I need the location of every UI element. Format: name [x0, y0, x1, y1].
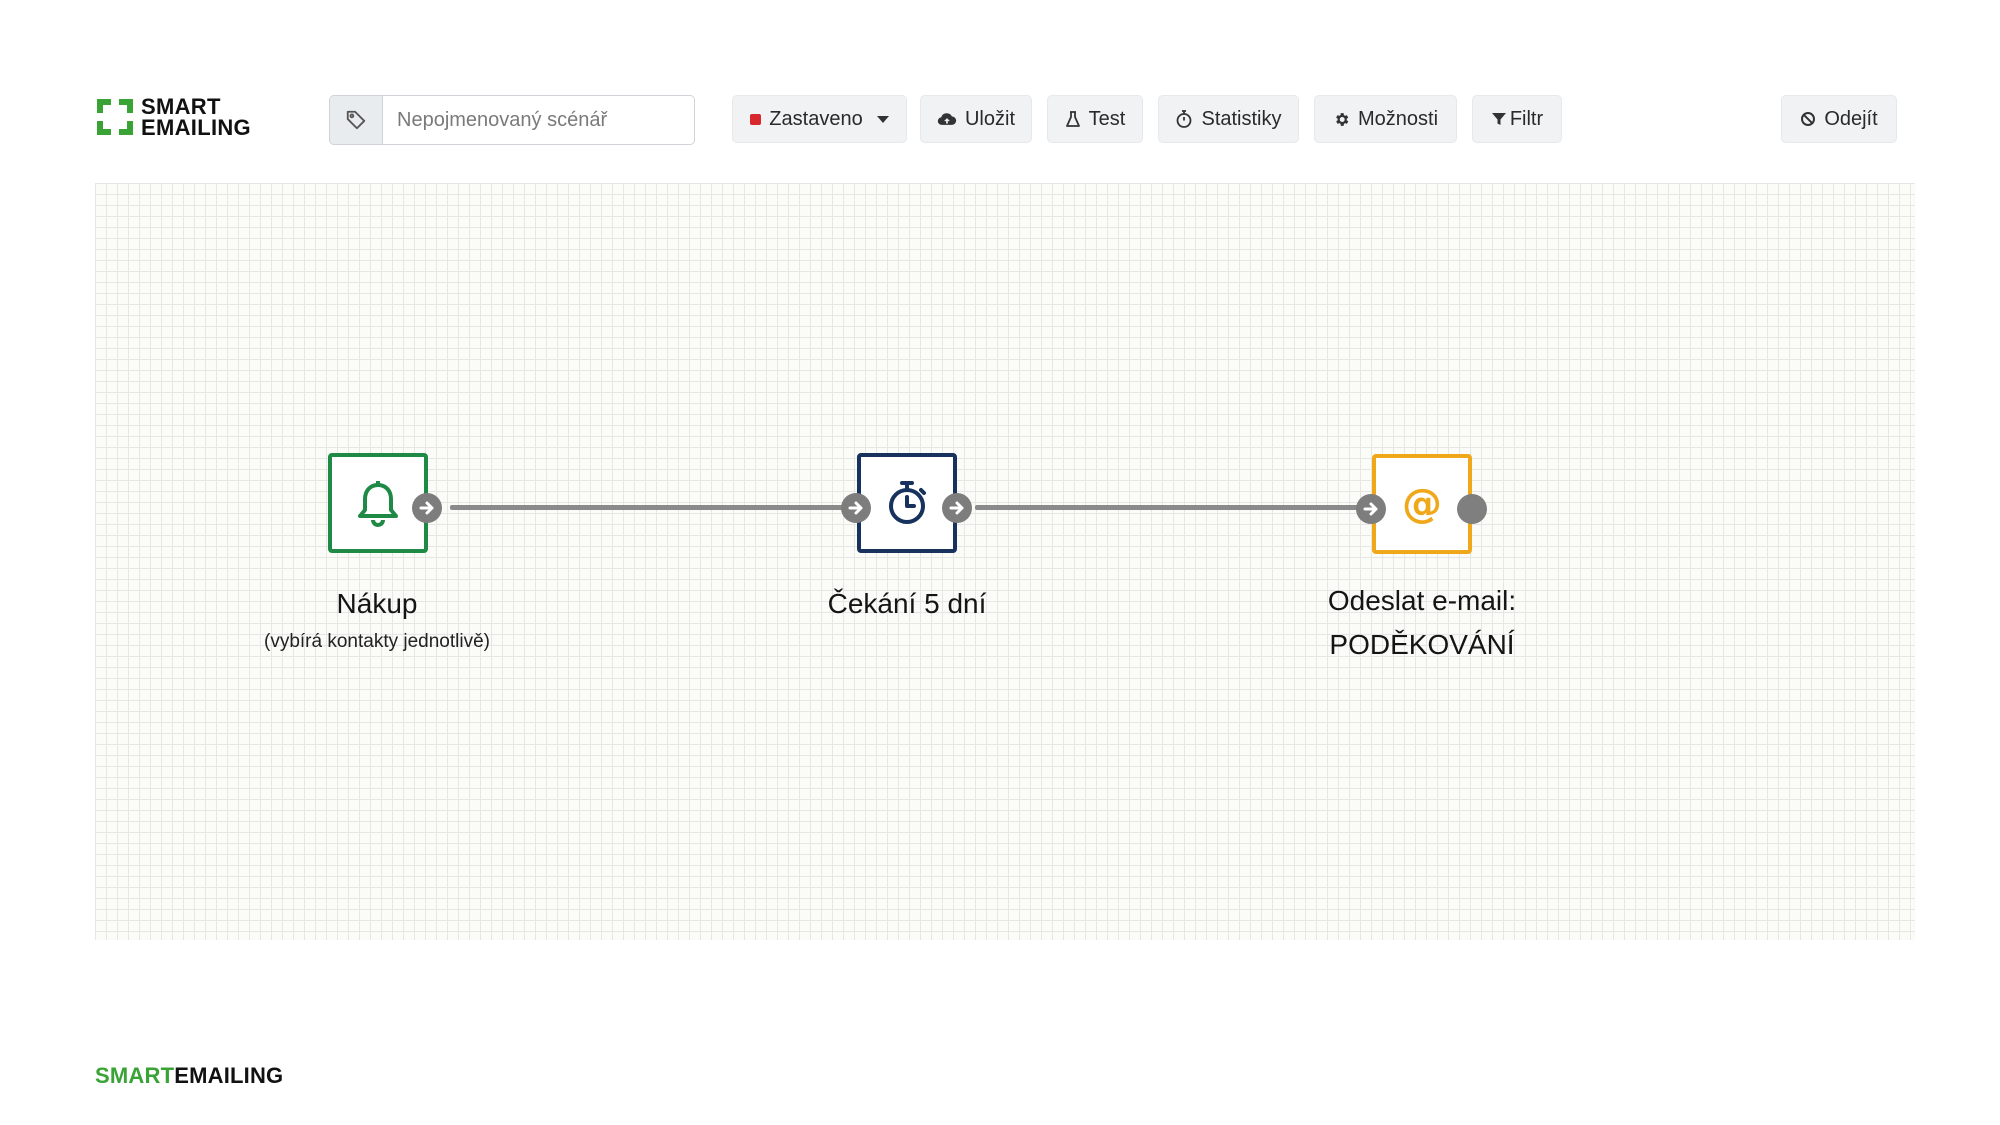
logo-text-line2: EMAILING — [141, 115, 251, 140]
gear-icon — [1336, 112, 1349, 126]
logo-text-line1: SMART — [141, 94, 221, 119]
status-label: Zastaveno — [769, 107, 863, 130]
options-button[interactable]: Možnosti — [1314, 95, 1457, 143]
at-sign-icon: @ — [1402, 481, 1442, 527]
test-label: Test — [1088, 107, 1126, 130]
tag-icon — [346, 110, 366, 130]
arrow-right-icon — [848, 501, 863, 515]
logo-mark-icon — [97, 99, 133, 135]
statistics-button[interactable]: Statistiky — [1158, 95, 1299, 143]
ban-icon — [1801, 112, 1816, 126]
arrow-right-icon — [419, 501, 434, 515]
caret-down-icon — [876, 115, 889, 123]
flask-icon — [1065, 111, 1080, 127]
logo-text: SMART EMAILING — [141, 94, 251, 140]
email-node-label-line2: PODĚKOVÁNÍ — [1329, 629, 1515, 660]
options-label: Možnosti — [1357, 107, 1439, 130]
wait-input-port[interactable] — [841, 493, 871, 523]
scenario-name-addon — [330, 96, 383, 144]
footer-brand: SMARTEMAILING — [95, 1063, 283, 1089]
wait-node-label: Čekání 5 dní — [827, 588, 987, 619]
test-button[interactable]: Test — [1047, 95, 1143, 143]
stopwatch-small-icon — [1177, 110, 1192, 128]
footer-brand-part1: SMART — [95, 1063, 175, 1088]
trigger-node-label: Nákup — [336, 588, 418, 619]
stopwatch-icon — [889, 481, 926, 524]
save-label: Uložit — [964, 107, 1015, 130]
arrow-right-icon — [949, 501, 964, 515]
arrow-right-icon — [1363, 502, 1378, 516]
scenario-name-group — [329, 95, 695, 145]
scenario-name-input[interactable] — [383, 96, 694, 144]
filter-icon — [1491, 113, 1506, 125]
filter-label: Filtr — [1509, 107, 1544, 130]
scenario-canvas[interactable]: Nákup (vybírá kontakty jednotlivě) Čekán… — [95, 183, 1915, 940]
email-input-port[interactable] — [1356, 494, 1386, 524]
save-button[interactable]: Uložit — [920, 95, 1032, 143]
filter-button[interactable]: Filtr — [1472, 95, 1562, 143]
cloud-upload-icon — [937, 113, 957, 125]
status-stopped-icon — [750, 113, 762, 125]
brand-logo: SMART EMAILING — [95, 94, 251, 140]
wait-output-port[interactable] — [942, 493, 972, 523]
email-node-label: Odeslat e-mail: PODĚKOVÁNÍ — [1328, 579, 1516, 667]
bell-icon — [358, 481, 398, 527]
footer-brand-part2: EMAILING — [174, 1063, 284, 1088]
trigger-node-sublabel: (vybírá kontakty jednotlivě) — [264, 631, 490, 652]
trigger-output-port[interactable] — [412, 493, 442, 523]
email-node-label-line1: Odeslat e-mail: — [1327, 585, 1517, 616]
statistics-label: Statistiky — [1201, 107, 1282, 130]
status-dropdown[interactable]: Zastaveno — [732, 95, 907, 143]
email-end-port[interactable] — [1457, 494, 1487, 524]
exit-button[interactable]: Odejít — [1781, 95, 1897, 143]
exit-label: Odejít — [1824, 107, 1878, 130]
